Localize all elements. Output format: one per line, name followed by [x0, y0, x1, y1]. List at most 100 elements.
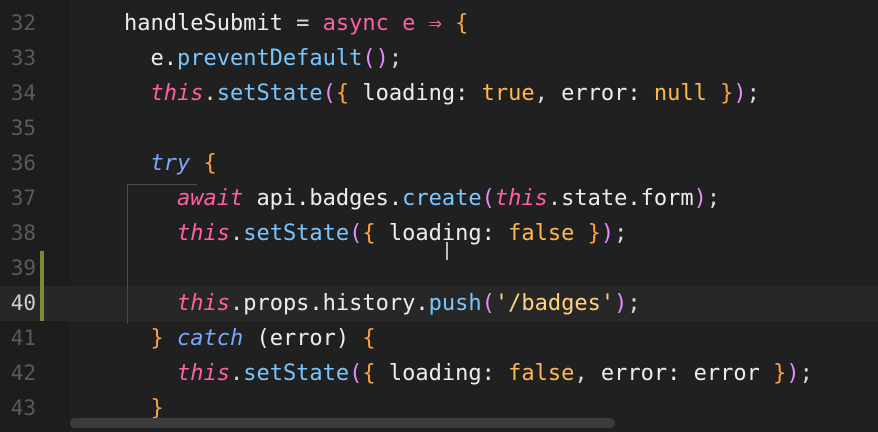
code-token: props.history. — [243, 291, 429, 316]
code-token: setState — [216, 81, 323, 106]
line-number: 40 — [10, 291, 36, 315]
horizontal-scrollbar[interactable] — [70, 418, 615, 428]
code-token: ; — [627, 291, 641, 316]
code-token: push — [428, 291, 482, 316]
code-token: ; — [614, 221, 628, 246]
code-token: error: — [561, 81, 654, 106]
code-token: false — [508, 361, 575, 386]
line-number: 32 — [10, 11, 36, 35]
code-token: await — [71, 186, 257, 211]
code-token: } — [720, 81, 734, 106]
code-token: ) — [693, 186, 707, 211]
code-text[interactable]: try { — [71, 146, 217, 181]
code-line[interactable]: 33 e.preventDefault(); — [0, 41, 878, 76]
git-modified-marker — [40, 251, 44, 286]
code-token: false — [508, 221, 588, 246]
line-number: 43 — [10, 396, 36, 420]
code-token: e — [402, 11, 429, 36]
code-token: { — [362, 326, 376, 351]
code-token: e. — [71, 46, 177, 71]
code-token: setState — [243, 221, 350, 246]
code-token: ; — [706, 186, 721, 211]
code-token: } — [773, 361, 787, 386]
code-token: this — [71, 81, 204, 106]
code-token: this — [71, 221, 230, 246]
code-text[interactable]: handleSubmit = async e ⇒ { — [71, 6, 468, 41]
code-editor[interactable]: 32 handleSubmit = async e ⇒ {33 e.preven… — [0, 0, 878, 432]
line-number: 41 — [10, 326, 36, 350]
code-token: handleSubmit — [71, 11, 297, 36]
code-token: , — [534, 81, 562, 106]
code-line[interactable]: 40 this.props.history.push('/badges'); — [0, 286, 878, 321]
code-token: { — [362, 221, 389, 246]
code-token: , — [574, 361, 601, 386]
code-token: ) — [600, 221, 615, 246]
code-token: catch — [176, 326, 257, 351]
line-number: 35 — [10, 116, 36, 140]
code-token: . — [203, 81, 217, 106]
code-token: this — [71, 291, 230, 316]
code-line[interactable]: 39 — [0, 251, 878, 286]
code-token: loading: — [362, 81, 482, 106]
code-token: true — [481, 81, 535, 106]
code-token: ( — [349, 361, 363, 386]
code-line[interactable]: 34 this.setState({ loading: true, error:… — [0, 76, 878, 111]
line-number: 33 — [10, 46, 36, 70]
code-text[interactable]: this.setState({ loading: false }); — [71, 216, 627, 251]
code-token: ( — [481, 186, 495, 211]
code-text[interactable]: this.setState({ loading: true, error: nu… — [71, 76, 760, 111]
code-line[interactable]: 38 this.setState({ loading: false }); — [0, 216, 878, 251]
code-token: try — [71, 151, 204, 176]
code-token: loading: — [388, 361, 509, 386]
code-token: api.badges. — [256, 186, 403, 211]
code-line[interactable]: 42 this.setState({ loading: false, error… — [0, 356, 878, 391]
code-token: ( — [349, 221, 363, 246]
code-token: null — [653, 81, 721, 106]
code-text[interactable]: this.props.history.push('/badges'); — [71, 286, 641, 321]
code-token: ; — [388, 46, 403, 71]
code-token: ( — [481, 291, 495, 316]
code-token: ) — [786, 361, 800, 386]
code-token: ( — [322, 81, 336, 106]
code-token: . — [229, 291, 244, 316]
code-token: state.form — [561, 186, 694, 211]
line-number: 34 — [10, 81, 36, 105]
code-token: this — [494, 186, 548, 211]
code-token: ) — [614, 291, 628, 316]
code-token: { — [362, 361, 389, 386]
code-token: preventDefault — [176, 46, 363, 71]
line-number: 38 — [10, 221, 36, 245]
code-line[interactable]: 35 — [0, 111, 878, 146]
code-text[interactable]: await api.badges.create(this.state.form)… — [71, 181, 720, 216]
code-text[interactable]: } catch (error) { — [71, 321, 376, 356]
code-token: { — [203, 151, 217, 176]
code-token: '/badges' — [494, 291, 615, 316]
indent-guide — [127, 184, 197, 185]
code-token: . — [229, 221, 244, 246]
code-line[interactable]: 36 try { — [0, 146, 878, 181]
code-token: . — [229, 361, 244, 386]
code-line[interactable]: 32 handleSubmit = async e ⇒ { — [0, 6, 878, 41]
line-number: 37 — [10, 186, 36, 210]
code-token: (error) — [256, 326, 363, 351]
code-line[interactable]: 41 } catch (error) { — [0, 321, 878, 356]
code-token: error: error — [600, 361, 774, 386]
code-token: . — [547, 186, 562, 211]
code-token: this — [71, 361, 230, 386]
code-token: } — [587, 221, 601, 246]
code-token: ; — [799, 361, 813, 386]
code-token: { — [455, 11, 469, 36]
code-token: ⇒ — [428, 11, 456, 36]
git-modified-marker — [40, 286, 44, 321]
line-number: 39 — [10, 256, 36, 280]
code-text[interactable]: this.setState({ loading: false, error: e… — [71, 356, 813, 391]
code-token: loading: — [388, 221, 509, 246]
code-token: () — [362, 46, 389, 71]
line-number: 36 — [10, 151, 36, 175]
code-token: async — [322, 11, 403, 36]
code-token: ; — [746, 81, 760, 106]
code-line[interactable]: 37 await api.badges.create(this.state.fo… — [0, 181, 878, 216]
code-text[interactable]: e.preventDefault(); — [71, 41, 402, 76]
indent-guide — [127, 184, 128, 324]
code-token: ) — [733, 81, 747, 106]
